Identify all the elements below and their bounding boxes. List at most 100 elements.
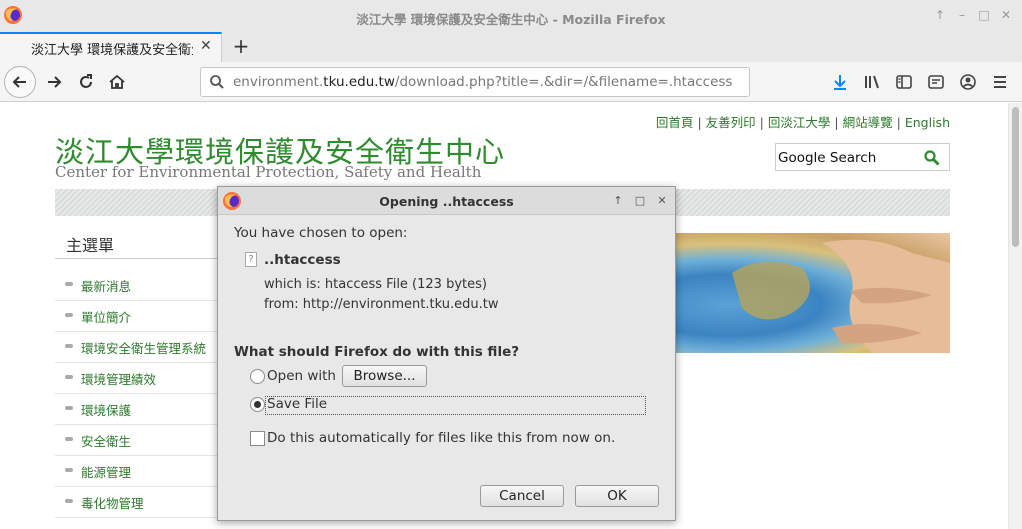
url-domain: tku.edu.tw (323, 74, 395, 90)
bullet-icon (65, 499, 73, 503)
bullet-icon (65, 282, 73, 286)
hero-globe-image (672, 233, 950, 353)
menu-item-ehs-system[interactable]: 環境安全衛生管理系統 (55, 332, 220, 363)
action-question: What should Firefox do with this file? (234, 344, 520, 360)
auto-action-label[interactable]: Do this automatically for files like thi… (267, 430, 615, 446)
link-home[interactable]: 回首頁 (656, 115, 694, 130)
menu-item-env-performance[interactable]: 環境管理績效 (55, 363, 220, 394)
screenshot-icon (928, 75, 944, 89)
bullet-icon (65, 375, 73, 379)
hamburger-menu-icon (994, 76, 1006, 88)
menu-item-energy[interactable]: 能源管理 (55, 456, 220, 487)
save-file-label[interactable]: Save File (267, 396, 327, 412)
main-menu-title: 主選單 (66, 236, 115, 255)
dialog-close-button[interactable]: ✕ (653, 192, 671, 210)
bullet-icon (65, 437, 73, 441)
library-button[interactable] (860, 68, 884, 96)
window-titlebar: 淡江大學 環境保護及安全衛生中心 - Mozilla Firefox ↑ – □… (0, 0, 1022, 32)
home-button[interactable] (103, 68, 131, 96)
window-title: 淡江大學 環境保護及安全衛生中心 - Mozilla Firefox (356, 12, 666, 27)
menu-item-label: 能源管理 (81, 465, 132, 480)
bullet-icon (65, 406, 73, 410)
download-icon (834, 75, 846, 90)
dialog-maximize-button[interactable]: □ (631, 192, 649, 210)
menu-item-label: 環境保護 (81, 403, 132, 418)
url-prefix: environment. (233, 74, 324, 90)
menu-item-label: 安全衛生 (81, 434, 132, 449)
menu-item-label: 單位簡介 (81, 310, 132, 325)
file-source: from: http://environment.tku.edu.tw (264, 297, 499, 312)
library-icon (865, 75, 879, 89)
link-separator: | (759, 115, 764, 130)
bullet-icon (65, 468, 73, 472)
link-separator: | (896, 115, 901, 130)
reload-icon (80, 74, 92, 88)
cancel-button[interactable]: Cancel (480, 485, 564, 507)
new-tab-button[interactable]: + (231, 35, 251, 57)
link-separator: | (697, 115, 702, 130)
window-up-button[interactable]: ↑ (934, 6, 946, 24)
menu-item-intro[interactable]: 單位簡介 (55, 301, 220, 332)
forward-button[interactable] (40, 68, 68, 96)
tab-strip: 淡江大學 環境保護及安全衛生中 ✕ + (0, 32, 1022, 62)
window-minimize-button[interactable]: – (956, 6, 968, 24)
chosen-text: You have chosen to open: (234, 225, 408, 241)
account-button[interactable] (956, 68, 980, 96)
search-icon[interactable] (923, 149, 941, 167)
bullet-icon (65, 313, 73, 317)
menu-divider (55, 258, 220, 259)
account-icon (960, 74, 976, 90)
link-sitemap[interactable]: 網站導覽 (843, 115, 893, 130)
back-button[interactable] (4, 66, 36, 98)
tab-active[interactable]: 淡江大學 環境保護及安全衛生中 ✕ (0, 32, 222, 62)
menu-item-label: 毒化物管理 (81, 496, 144, 511)
open-with-radio[interactable] (250, 369, 265, 384)
sidebar-icon (896, 75, 912, 89)
open-with-label[interactable]: Open with (267, 368, 336, 384)
link-tku[interactable]: 回淡江大學 (768, 115, 831, 130)
google-search-label: Google Search (778, 150, 877, 166)
window-maximize-button[interactable]: □ (978, 6, 990, 24)
link-english[interactable]: English (905, 115, 950, 130)
back-arrow-icon (12, 76, 26, 88)
menu-item-label: 最新消息 (81, 279, 132, 294)
link-print[interactable]: 友善列印 (706, 115, 756, 130)
forward-arrow-icon (48, 76, 62, 88)
ok-button[interactable]: OK (575, 485, 659, 507)
search-icon (210, 75, 224, 89)
dialog-titlebar: Opening ..htaccess ↑ □ ✕ (218, 187, 675, 215)
menu-item-safety[interactable]: 安全衛生 (55, 425, 220, 456)
dialog-title: Opening ..htaccess (379, 194, 514, 209)
menu-button[interactable] (988, 68, 1012, 96)
file-type-info: which is: htaccess File (123 bytes) (264, 277, 487, 292)
menu-item-news[interactable]: 最新消息 (55, 270, 220, 301)
downloads-button[interactable] (828, 68, 852, 96)
menu-item-toxic[interactable]: 毒化物管理 (55, 487, 220, 518)
sidebar-button[interactable] (892, 68, 916, 96)
url-text[interactable]: environment.tku.edu.tw/download.php?titl… (233, 74, 732, 90)
file-type-icon: ? (245, 252, 257, 267)
top-links: 回首頁 | 友善列印 | 回淡江大學 | 網站導覽 | English (656, 112, 950, 131)
window-close-button[interactable]: ✕ (1000, 6, 1012, 24)
menu-item-env-protection[interactable]: 環境保護 (55, 394, 220, 425)
dialog-up-button[interactable]: ↑ (609, 192, 627, 210)
google-search-box[interactable]: Google Search (775, 143, 950, 171)
save-file-radio[interactable] (250, 397, 265, 412)
scrollbar-thumb[interactable] (1012, 107, 1019, 247)
menu-item-label: 環境管理績效 (81, 372, 157, 387)
site-logo-english: Center for Environmental Protection, Saf… (55, 163, 482, 181)
tab-close-icon[interactable]: ✕ (200, 38, 216, 54)
download-dialog: Opening ..htaccess ↑ □ ✕ You have chosen… (217, 186, 676, 521)
url-bar[interactable]: environment.tku.edu.tw/download.php?titl… (200, 67, 750, 97)
bullet-icon (65, 344, 73, 348)
page-scrollbar[interactable] (1008, 103, 1022, 529)
link-separator: | (834, 115, 839, 130)
globe-hand-illustration (732, 239, 950, 353)
nav-toolbar: environment.tku.edu.tw/download.php?titl… (0, 62, 1022, 102)
reload-button[interactable] (72, 68, 100, 96)
browse-button[interactable]: Browse... (342, 365, 427, 387)
screenshot-button[interactable] (924, 68, 948, 96)
file-name: ..htaccess (264, 252, 341, 268)
menu-item-label: 環境安全衛生管理系統 (81, 341, 207, 356)
auto-action-checkbox[interactable] (250, 431, 265, 446)
